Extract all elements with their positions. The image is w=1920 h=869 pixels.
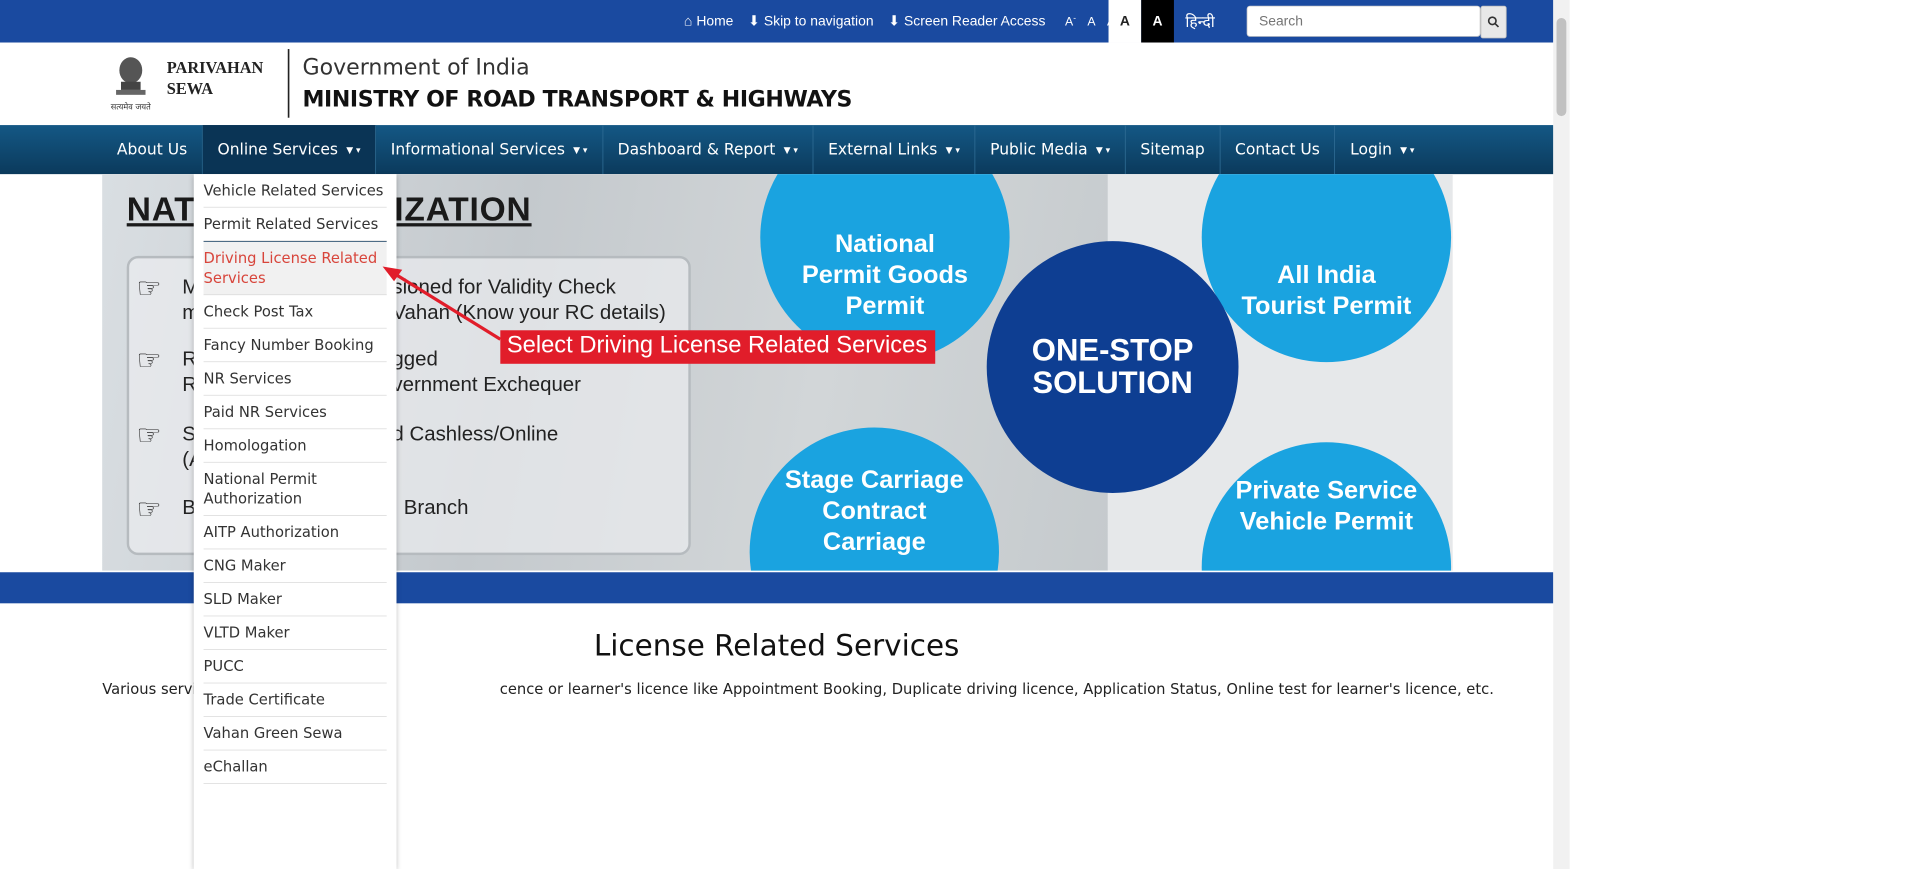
main-navbar: About Us Online Services ▼ ▾ Informationa… <box>0 125 1554 175</box>
arrow-down-icon: ⬇ <box>888 13 900 29</box>
menu-item-echallan[interactable]: eChallan <box>203 750 387 784</box>
skip-label: Skip to navigation <box>763 13 874 29</box>
menu-item-driving-license-related-services[interactable]: Driving License Related Services <box>203 241 387 296</box>
header-divider <box>287 49 290 118</box>
menu-item-nr-services[interactable]: NR Services <box>203 362 387 396</box>
svg-text:सत्यमेव जयते: सत्यमेव जयते <box>111 102 151 112</box>
caret-down-icon: ▼ ▾ <box>573 144 588 155</box>
caret-down-icon: ▼ ▾ <box>1400 144 1415 155</box>
home-label: Home <box>696 13 734 29</box>
font-decrease-button[interactable]: A- <box>1065 14 1076 29</box>
government-label: Government of India <box>302 54 530 81</box>
screen-reader-link[interactable]: ⬇ Screen Reader Access <box>888 13 1045 29</box>
main-nav: About Us Online Services ▼ ▾ Informationa… <box>102 125 1429 175</box>
caret-down-icon: ▼ ▾ <box>945 144 960 155</box>
one-stop-solution-circle: ONE-STOP SOLUTION <box>986 241 1239 493</box>
nav-sitemap[interactable]: Sitemap <box>1126 125 1221 175</box>
menu-item-vehicle-related-services[interactable]: Vehicle Related Services <box>203 174 387 208</box>
menu-item-aitp-authorization[interactable]: AITP Authorization <box>203 516 387 550</box>
menu-item-national-permit-authorization[interactable]: National Permit Authorization <box>203 463 387 516</box>
nav-informational-services[interactable]: Informational Services ▼ ▾ <box>376 125 603 175</box>
banner-text: Vahan (Know your RC details) <box>392 300 666 324</box>
nav-public-media[interactable]: Public Media ▼ ▾ <box>975 125 1126 175</box>
banner-text: I Branch <box>392 496 469 520</box>
top-links: ⌂ Home ⬇ Skip to navigation ⬇ Screen Rea… <box>684 0 1120 43</box>
banner-text: gged <box>392 347 438 371</box>
private-service-permit-circle: Private Service Vehicle Permit <box>1201 442 1452 571</box>
banner-text: vernment Exchequer <box>392 372 581 396</box>
menu-item-check-post-tax[interactable]: Check Post Tax <box>203 295 387 329</box>
org-name: PARIVAHAN SEWA <box>166 58 264 99</box>
nav-external-links[interactable]: External Links ▼ ▾ <box>813 125 976 175</box>
home-link[interactable]: ⌂ Home <box>684 13 734 29</box>
dark-contrast-button[interactable]: A <box>1141 0 1174 43</box>
home-icon: ⌂ <box>683 13 693 29</box>
pointing-hand-icon: ☞ <box>136 344 162 377</box>
scrollbar-thumb[interactable] <box>1556 17 1567 117</box>
menu-item-vltd-maker[interactable]: VLTD Maker <box>203 616 387 650</box>
language-toggle[interactable]: हिन्दी <box>1185 11 1214 32</box>
all-india-tourist-permit-circle: All India Tourist Permit <box>1201 174 1452 363</box>
nav-dashboard-report[interactable]: Dashboard & Report ▼ ▾ <box>603 125 814 175</box>
annotation-callout: Select Driving License Related Services <box>500 330 936 364</box>
search-input[interactable] <box>1246 5 1481 37</box>
skip-navigation-link[interactable]: ⬇ Skip to navigation <box>748 13 873 29</box>
nav-contact-us[interactable]: Contact Us <box>1220 125 1336 175</box>
ministry-title: MINISTRY OF ROAD TRANSPORT & HIGHWAYS <box>302 86 853 112</box>
menu-item-trade-certificate[interactable]: Trade Certificate <box>203 683 387 717</box>
light-contrast-button[interactable]: A <box>1108 0 1142 43</box>
screen-reader-label: Screen Reader Access <box>904 13 1046 29</box>
top-utility-bar: ⌂ Home ⬇ Skip to navigation ⬇ Screen Rea… <box>0 0 1554 43</box>
pointing-hand-icon: ☞ <box>136 420 162 452</box>
online-services-dropdown: Vehicle Related Services Permit Related … <box>193 174 397 869</box>
menu-item-pucc[interactable]: PUCC <box>203 650 387 684</box>
national-emblem-logo: सत्यमेव जयते <box>105 52 157 114</box>
banner-text: d Cashless/Online <box>392 422 559 446</box>
pointing-hand-icon: ☞ <box>136 493 162 525</box>
menu-item-cng-maker[interactable]: CNG Maker <box>203 549 387 583</box>
nav-about-us[interactable]: About Us <box>102 125 203 175</box>
banner-text: sioned for Validity Check <box>392 275 616 299</box>
font-normal-button[interactable]: A <box>1087 14 1095 28</box>
search-icon <box>1487 16 1500 28</box>
menu-item-sld-maker[interactable]: SLD Maker <box>203 583 387 617</box>
arrow-down-icon: ⬇ <box>748 13 760 29</box>
menu-item-homologation[interactable]: Homologation <box>203 429 387 463</box>
caret-down-icon: ▼ ▾ <box>1095 144 1111 155</box>
caret-down-icon: ▼ ▾ <box>346 144 361 155</box>
caret-down-icon: ▼ ▾ <box>783 144 798 155</box>
search-button[interactable] <box>1480 5 1507 39</box>
nav-login[interactable]: Login ▼ ▾ <box>1335 125 1429 174</box>
contrast-controls: A A <box>1108 0 1174 43</box>
menu-item-fancy-number-booking[interactable]: Fancy Number Booking <box>203 329 387 363</box>
menu-item-vahan-green-sewa[interactable]: Vahan Green Sewa <box>203 717 387 751</box>
page-scrollbar[interactable] <box>1553 0 1570 869</box>
menu-item-paid-nr-services[interactable]: Paid NR Services <box>203 396 387 430</box>
menu-item-permit-related-services[interactable]: Permit Related Services <box>203 208 387 242</box>
nav-online-services[interactable]: Online Services ▼ ▾ <box>202 125 377 175</box>
pointing-hand-icon: ☞ <box>136 273 162 305</box>
